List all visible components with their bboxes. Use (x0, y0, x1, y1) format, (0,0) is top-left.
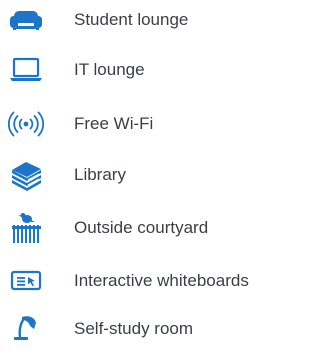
amenity-label: IT lounge (74, 60, 145, 79)
bird-fence-icon (8, 210, 44, 246)
amenity-label: Library (74, 165, 126, 184)
sofa-icon (8, 2, 44, 38)
list-item-self-study-room: Self-study room (0, 311, 271, 351)
books-icon (8, 157, 44, 193)
desk-lamp-icon (8, 311, 44, 347)
amenity-label: Interactive whiteboards (74, 271, 249, 290)
amenity-label: Outside courtyard (74, 218, 209, 237)
amenity-label: Student lounge (74, 10, 189, 29)
list-item-free-wifi: Free Wi-Fi (0, 106, 271, 146)
amenity-label: Self-study room (74, 319, 194, 338)
amenity-label: Free Wi-Fi (74, 114, 154, 133)
list-item-it-lounge: IT lounge (0, 52, 271, 92)
list-item-interactive-whiteboards: Interactive whiteboards (0, 263, 271, 303)
wifi-icon (8, 106, 44, 142)
list-item-outside-courtyard: Outside courtyard (0, 210, 271, 250)
list-item-student-lounge: Student lounge (0, 2, 271, 42)
list-item-library: Library (0, 157, 271, 197)
whiteboard-icon (8, 263, 44, 299)
laptop-icon (8, 52, 44, 88)
